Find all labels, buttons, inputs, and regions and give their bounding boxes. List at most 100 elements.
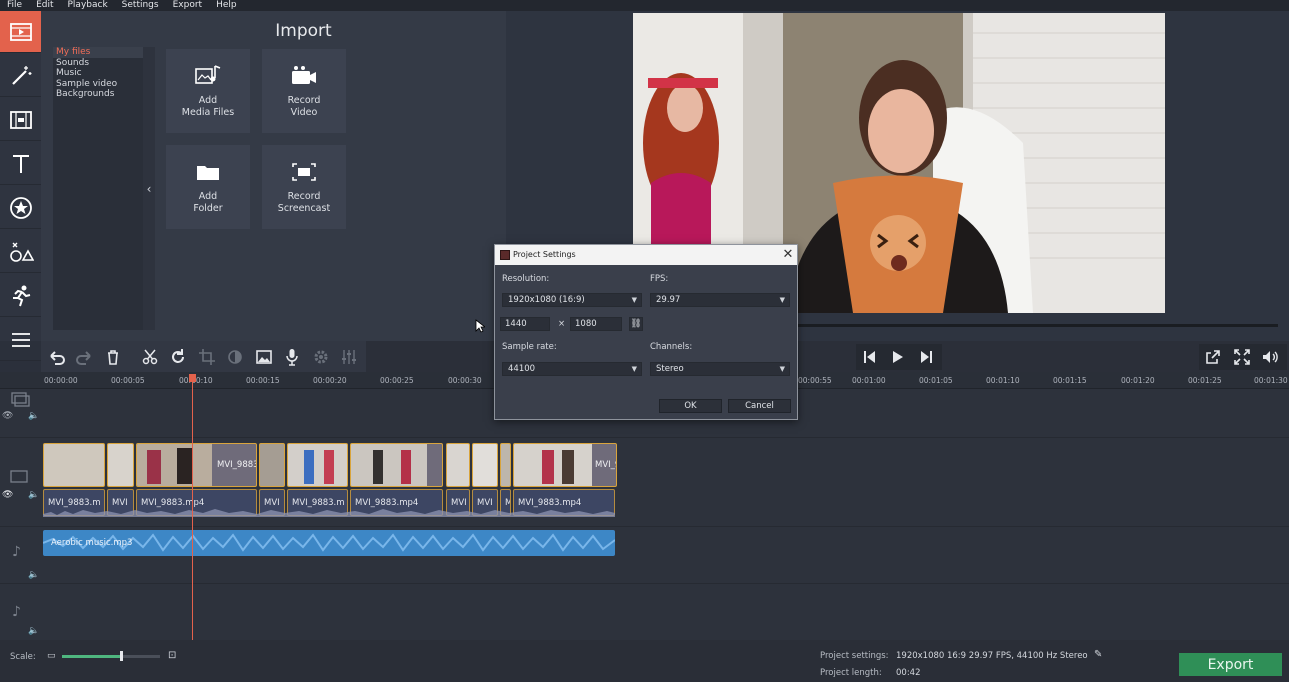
- sample-rate-select[interactable]: 44100 ▼: [502, 362, 642, 376]
- skip-back-icon: [864, 350, 875, 363]
- resolution-select[interactable]: 1920x1080 (16:9) ▼: [502, 293, 642, 307]
- project-length-label: Project length:: [820, 668, 882, 678]
- channels-select[interactable]: Stereo ▼: [650, 362, 790, 376]
- import-tool-button[interactable]: [0, 11, 41, 53]
- record-video-button[interactable]: Record Video: [262, 49, 346, 133]
- menu-playback[interactable]: Playback: [61, 0, 115, 11]
- volume-button[interactable]: [1257, 344, 1283, 369]
- video-clip[interactable]: [287, 443, 348, 487]
- video-clip[interactable]: MVI_9883: [136, 443, 257, 487]
- video-clip[interactable]: [259, 443, 285, 487]
- video-clip[interactable]: [472, 443, 498, 487]
- channels-label: Channels:: [650, 342, 693, 352]
- scale-label: Scale:: [10, 652, 36, 662]
- video-clip[interactable]: [350, 443, 443, 487]
- fps-select[interactable]: 29.97 ▼: [650, 293, 790, 307]
- add-folder-button[interactable]: Add Folder: [166, 145, 250, 229]
- zoom-out-icon[interactable]: ▭: [47, 651, 56, 661]
- split-button[interactable]: [137, 344, 163, 369]
- menu-edit[interactable]: Edit: [29, 0, 60, 11]
- callouts-tool-button[interactable]: [0, 231, 41, 273]
- color-adjust-button[interactable]: [222, 344, 248, 369]
- width-input[interactable]: 1440: [500, 317, 550, 331]
- video-clip[interactable]: [446, 443, 470, 487]
- clip-label: MVI_9883: [595, 460, 616, 470]
- trash-icon: [108, 349, 118, 365]
- close-icon[interactable]: ✕: [779, 245, 797, 265]
- category-music[interactable]: Music: [53, 68, 155, 79]
- transitions-tool-button[interactable]: [0, 99, 41, 141]
- category-sample-video[interactable]: Sample video: [53, 79, 155, 90]
- pencil-icon[interactable]: ✎: [1094, 649, 1102, 660]
- running-man-icon: [12, 285, 30, 306]
- menu-export[interactable]: Export: [166, 0, 209, 11]
- record-screencast-button[interactable]: Record Screencast: [262, 145, 346, 229]
- clip-properties-button[interactable]: [251, 344, 277, 369]
- speaker-icon[interactable]: 🔈: [28, 490, 39, 500]
- stickers-tool-button[interactable]: [0, 187, 41, 229]
- music-clip[interactable]: Aerobic music.mp3: [43, 530, 615, 556]
- app-icon: [500, 250, 510, 260]
- motion-tool-button[interactable]: [0, 275, 41, 317]
- undo-button[interactable]: [44, 344, 70, 369]
- link-aspect-icon[interactable]: ⛓: [629, 317, 643, 331]
- external-window-icon: [1206, 349, 1220, 364]
- contrast-icon: [228, 349, 242, 364]
- record-audio-button[interactable]: [279, 344, 305, 369]
- menu-file[interactable]: File: [0, 0, 29, 11]
- crop-button[interactable]: [194, 344, 220, 369]
- filters-tool-button[interactable]: [0, 55, 41, 97]
- previous-button[interactable]: [857, 344, 883, 369]
- redo-button[interactable]: [71, 344, 97, 369]
- clip-settings-button[interactable]: [308, 344, 334, 369]
- speaker-icon[interactable]: 🔈: [28, 570, 39, 580]
- import-panel: Import My files Sounds Music Sample vide…: [41, 11, 506, 341]
- undo-icon: [50, 350, 65, 365]
- eye-icon[interactable]: 👁: [2, 411, 13, 421]
- export-button[interactable]: Export: [1179, 653, 1282, 676]
- speaker-icon[interactable]: 🔈: [28, 626, 39, 636]
- gear-icon: [314, 350, 328, 363]
- menu-settings[interactable]: Settings: [115, 0, 166, 11]
- equalizer-icon: [342, 349, 356, 364]
- scissors-icon: [142, 349, 158, 364]
- category-my-files[interactable]: My files: [53, 47, 155, 58]
- video-clip[interactable]: MVI_9883: [513, 443, 617, 487]
- video-clip[interactable]: [43, 443, 105, 487]
- shapes-icon: [9, 242, 34, 262]
- sample-rate-label: Sample rate:: [502, 342, 557, 352]
- eye-icon[interactable]: 👁: [2, 490, 13, 500]
- titles-tool-button[interactable]: [0, 143, 41, 185]
- camera-icon: [292, 66, 316, 84]
- menu-bar: File Edit Playback Settings Export Help: [0, 0, 1289, 11]
- play-button[interactable]: [884, 344, 910, 369]
- category-backgrounds[interactable]: Backgrounds: [53, 89, 155, 100]
- rotate-button[interactable]: [165, 344, 191, 369]
- project-settings-dialog: Project Settings ✕ Resolution: 1920x1080…: [494, 244, 798, 420]
- menu-help[interactable]: Help: [209, 0, 244, 11]
- more-tools-button[interactable]: [0, 319, 41, 361]
- add-media-files-button[interactable]: Add Media Files: [166, 49, 250, 133]
- fullscreen-button[interactable]: [1229, 344, 1255, 369]
- equalizer-button[interactable]: [336, 344, 362, 369]
- ruler-tick: 00:01:15: [1053, 376, 1087, 385]
- speaker-icon[interactable]: 🔈: [28, 411, 39, 421]
- category-sounds[interactable]: Sounds: [53, 58, 155, 69]
- ruler-tick: 00:01:05: [919, 376, 953, 385]
- video-clip[interactable]: [500, 443, 511, 487]
- video-clip[interactable]: [107, 443, 134, 487]
- delete-button[interactable]: [100, 344, 126, 369]
- detach-preview-button[interactable]: [1200, 344, 1226, 369]
- playhead-line[interactable]: [192, 376, 193, 640]
- zoom-in-icon[interactable]: ⊡: [168, 650, 176, 661]
- cancel-button[interactable]: Cancel: [728, 399, 791, 413]
- next-button[interactable]: [913, 344, 939, 369]
- collapse-list-button[interactable]: ‹: [143, 47, 155, 330]
- scale-slider-thumb[interactable]: [119, 651, 123, 661]
- ok-button[interactable]: OK: [659, 399, 722, 413]
- scale-slider[interactable]: [62, 655, 160, 658]
- scale-slider-fill: [62, 655, 121, 658]
- height-input[interactable]: 1080: [570, 317, 622, 331]
- ruler-tick: 00:01:25: [1188, 376, 1222, 385]
- image-icon: [256, 349, 272, 364]
